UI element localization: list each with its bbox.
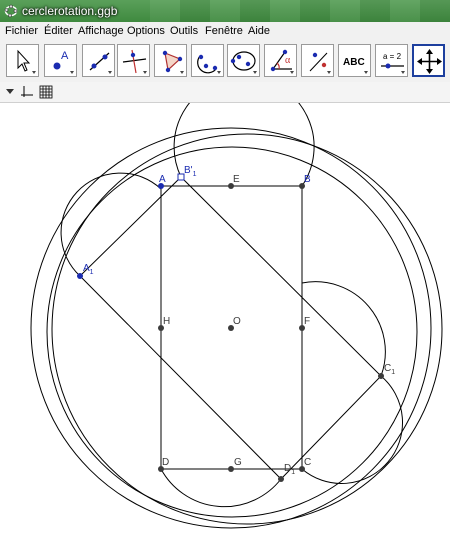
- polygon-tool-button[interactable]: [154, 44, 187, 77]
- geogebra-app-icon: [4, 4, 18, 18]
- svg-text:a = 2: a = 2: [383, 52, 402, 61]
- label-c1: C1: [384, 363, 395, 376]
- line-tool-button[interactable]: [82, 44, 115, 77]
- reflect-about-line-tool-icon: [309, 52, 331, 74]
- label-a1: A1: [83, 263, 94, 276]
- angle-tool-button[interactable]: α: [264, 44, 297, 77]
- label-b: B: [304, 174, 311, 185]
- line-tool-icon: [89, 52, 112, 74]
- circle-3: [46, 146, 418, 518]
- svg-text:A: A: [61, 50, 69, 62]
- reflect-about-line-tool-button[interactable]: [301, 44, 334, 77]
- text-tool-icon: ABC: [343, 57, 368, 74]
- conic-tool-button[interactable]: [227, 44, 260, 77]
- perpendicular-line-tool-button[interactable]: [117, 44, 150, 77]
- circle-through-points-tool-button[interactable]: [191, 44, 224, 77]
- label-a: A: [159, 174, 166, 185]
- graphics-view-style-bar: [0, 82, 450, 103]
- move-graphics-view-tool-icon: [417, 49, 442, 74]
- style-bar-toggle-icon[interactable]: [6, 89, 14, 94]
- menu-bar: Fichier Éditer Affichage Options Outils …: [0, 22, 450, 41]
- points: [77, 173, 384, 482]
- arc-bottom: [160, 468, 282, 508]
- polygon-tool-icon: [162, 50, 184, 74]
- point-d1[interactable]: [278, 476, 284, 482]
- arc-top-left: [60, 172, 162, 277]
- menu-editer[interactable]: Éditer: [44, 25, 73, 37]
- label-h: H: [163, 316, 170, 327]
- menu-options[interactable]: Options: [127, 25, 165, 37]
- label-e: E: [233, 174, 240, 185]
- label-g: G: [234, 457, 242, 468]
- point-labels: A B C D E F G H O A1 B'1 C1 D1: [83, 165, 395, 476]
- title-bar-pattern: [150, 0, 450, 22]
- perpendicular-line-tool-icon: [122, 49, 147, 74]
- geometry-drawing: A B C D E F G H O A1 B'1 C1 D1: [30, 76, 443, 529]
- conic-tool-icon: [230, 51, 257, 74]
- grid-toggle-icon[interactable]: [39, 85, 53, 99]
- axes-toggle-icon[interactable]: [20, 85, 34, 99]
- svg-text:ABC: ABC: [343, 57, 365, 68]
- graphics-view[interactable]: A B C D E F G H O A1 B'1 C1 D1: [0, 76, 450, 546]
- move-tool-button[interactable]: [6, 44, 39, 77]
- angle-tool-icon: α: [270, 49, 294, 74]
- menu-fenetre[interactable]: Fenêtre: [205, 25, 243, 37]
- window-title: cerclerotation.ggb: [22, 4, 118, 18]
- label-f: F: [304, 316, 310, 327]
- new-point-tool-button[interactable]: A: [44, 44, 77, 77]
- text-tool-button[interactable]: ABC: [338, 44, 371, 77]
- label-c: C: [304, 457, 311, 468]
- menu-aide[interactable]: Aide: [248, 25, 270, 37]
- arc-bottom-right: [301, 375, 403, 484]
- new-point-tool-icon: A: [53, 50, 74, 74]
- label-b1: B'1: [184, 165, 197, 178]
- slider-tool-button[interactable]: a = 2: [375, 44, 408, 77]
- toolbar: A α ABC a = 2: [0, 40, 450, 82]
- menu-fichier[interactable]: Fichier: [5, 25, 38, 37]
- circle-through-points-tool-icon: [197, 54, 221, 74]
- svg-text:α: α: [285, 55, 291, 66]
- slider-tool-icon: a = 2: [381, 52, 405, 74]
- label-d: D: [162, 457, 169, 468]
- label-o: O: [233, 316, 241, 327]
- menu-affichage[interactable]: Affichage: [78, 25, 124, 37]
- menu-outils[interactable]: Outils: [170, 25, 198, 37]
- move-tool-icon: [17, 49, 36, 74]
- arc-right: [301, 281, 386, 377]
- move-graphics-view-tool-button[interactable]: [412, 44, 445, 77]
- title-bar: cerclerotation.ggb: [0, 0, 450, 22]
